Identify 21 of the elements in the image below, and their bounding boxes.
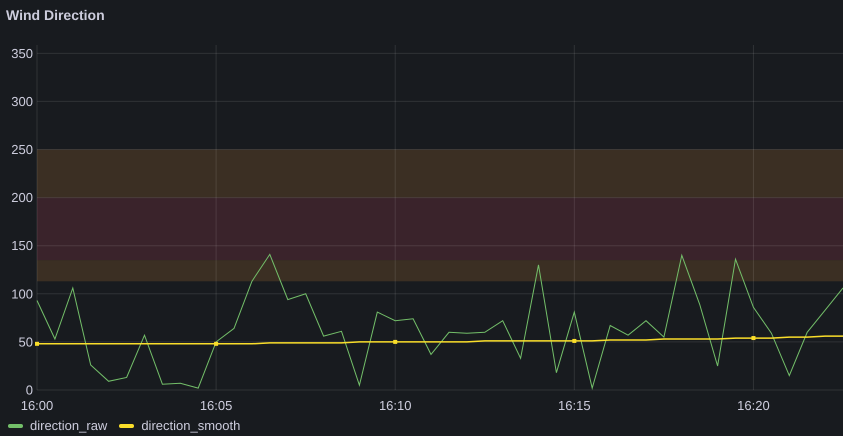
y-axis-label: 350 — [11, 46, 33, 61]
y-axis-label: 50 — [18, 334, 33, 350]
y-axis-label: 150 — [11, 238, 33, 254]
x-axis-label: 16:20 — [737, 398, 770, 413]
y-axis-label: 250 — [11, 142, 33, 158]
y-axis-label: 100 — [11, 286, 33, 302]
data-point — [572, 338, 576, 343]
legend-label[interactable]: direction_raw — [30, 416, 108, 436]
x-axis-label: 16:10 — [378, 398, 412, 413]
data-point — [214, 342, 218, 346]
x-axis-label: 16:00 — [20, 398, 54, 413]
x-axis-label: 16:15 — [558, 398, 591, 413]
x-axis-label: 16:05 — [200, 398, 232, 413]
data-point — [751, 336, 756, 340]
y-axis-label: 0 — [26, 382, 33, 398]
data-point — [35, 342, 39, 346]
y-axis-label: 200 — [11, 190, 33, 206]
legend-label[interactable]: direction_smooth — [141, 416, 240, 436]
y-axis-label: 300 — [11, 94, 33, 109]
data-point — [393, 340, 398, 344]
panel-title: Wind Direction — [6, 6, 105, 24]
